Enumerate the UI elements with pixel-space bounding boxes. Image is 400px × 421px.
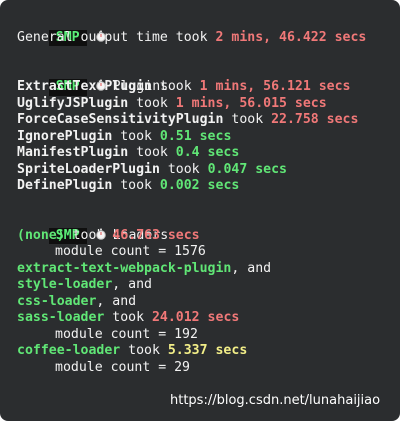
plugin-row: ExtractTextPlugin took 1 mins, 56.121 se…	[17, 79, 400, 96]
watermark-url: https://blog.csdn.net/lunahaijiao	[170, 393, 381, 408]
plugin-row: UglifyJSPlugin took 1 mins, 56.015 secs	[17, 96, 400, 113]
loader-took: took	[120, 343, 168, 358]
loader-name: extract-text-webpack-plugin	[17, 260, 232, 276]
plugin-name: ExtractTextPlugin	[17, 79, 152, 94]
module-count: module count = 29	[55, 359, 190, 375]
plugin-row: ForceCaseSensitivityPlugin took 22.758 s…	[17, 112, 400, 129]
plugin-took: took	[223, 112, 272, 127]
loader-row: sass-loader took 24.012 secs	[17, 310, 400, 327]
plugin-name: UglifyJSPlugin	[17, 95, 129, 111]
plugin-time: 0.51 secs	[159, 128, 232, 144]
loader-row: css-loader, and	[17, 294, 400, 311]
loader-name: coffee-loader	[17, 343, 121, 358]
general-output-line: General output time took 2 mins, 46.422 …	[17, 30, 400, 47]
loader-name: (none)	[17, 227, 65, 243]
plugin-name: ManifestPlugin	[17, 145, 129, 160]
plugin-took: took	[112, 128, 160, 144]
terminal-window: SMP General output time took 2 mins, 46.…	[0, 0, 400, 421]
stopwatch-icon	[95, 228, 107, 240]
loader-row: extract-text-webpack-plugin, and	[17, 261, 400, 278]
stopwatch-icon	[95, 79, 107, 91]
smp-header-line: SMP	[17, 13, 400, 46]
loader-time: 24.012 secs	[151, 310, 240, 325]
plugin-time: 22.758 secs	[271, 112, 359, 127]
plugin-time: 0.047 secs	[207, 161, 287, 177]
plugin-name: ForceCaseSensitivityPlugin	[17, 112, 224, 127]
plugin-time: 1 mins, 56.121 secs	[199, 79, 351, 94]
plugin-row: ManifestPlugin took 0.4 secs	[17, 145, 400, 162]
plugin-row: DefinePlugin took 0.002 secs	[17, 178, 400, 195]
loader-suffix: , and	[112, 277, 152, 292]
loaders-header-line: SMP Loaders	[17, 211, 400, 244]
stopwatch-icon	[95, 30, 107, 42]
general-output-time: 2 mins, 46.422 secs	[215, 29, 367, 45]
loader-suffix: , and	[231, 260, 272, 276]
module-count: module count = 192	[55, 326, 198, 342]
plugin-name: DefinePlugin	[17, 178, 113, 193]
loader-name: style-loader	[17, 277, 113, 292]
plugin-took: took	[112, 178, 160, 193]
plugin-time: 1 mins, 56.015 secs	[175, 95, 327, 111]
loader-time: 46.763 secs	[112, 227, 200, 243]
loader-name: sass-loader	[17, 310, 105, 325]
loader-row: style-loader, and	[17, 277, 400, 294]
general-output-label: General output time took	[17, 29, 216, 45]
loader-suffix: , and	[96, 293, 137, 309]
plugin-took: took	[151, 79, 200, 94]
loader-took: took	[104, 310, 152, 325]
plugin-row: IgnorePlugin took 0.51 secs	[17, 129, 400, 146]
loader-name: css-loader	[17, 293, 97, 309]
plugin-took: took	[159, 161, 208, 177]
loader-row: coffee-loader took 5.337 secs	[17, 343, 400, 360]
loader-time: 5.337 secs	[167, 343, 248, 358]
plugin-took: took	[128, 95, 176, 111]
plugin-time: 0.002 secs	[159, 178, 240, 193]
plugin-name: IgnorePlugin	[17, 128, 113, 144]
plugin-name: SpriteLoaderPlugin	[17, 161, 160, 177]
plugin-took: took	[128, 145, 176, 160]
module-count: module count = 1576	[55, 244, 206, 259]
plugin-time: 0.4 secs	[175, 145, 240, 160]
plugin-row: SpriteLoaderPlugin took 0.047 secs	[17, 162, 400, 179]
plugins-header-line: SMP Plugins	[17, 63, 400, 96]
loader-row: (none) took 46.763 secs	[17, 228, 400, 245]
